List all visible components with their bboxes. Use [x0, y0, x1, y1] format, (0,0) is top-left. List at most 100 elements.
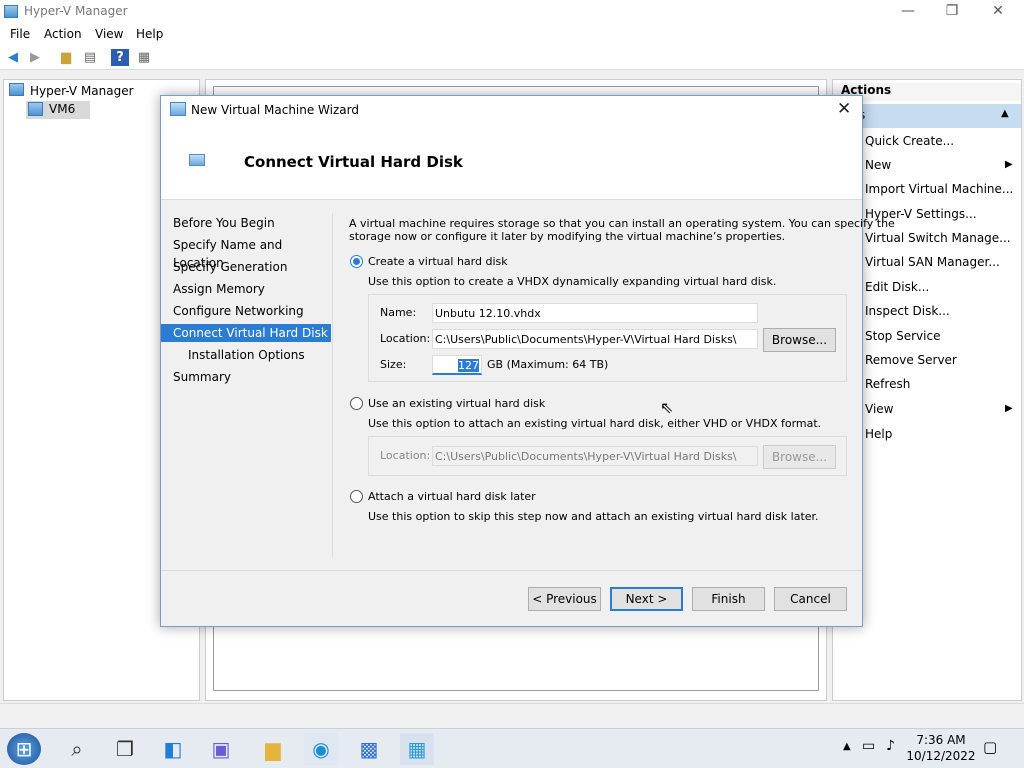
action-edit-disk[interactable]: Edit Disk... — [865, 280, 929, 294]
nav-connect-virtual-hard-disk[interactable]: Connect Virtual Hard Disk — [161, 324, 331, 342]
radio-existing-vhd-label[interactable]: Use an existing virtual hard disk — [368, 397, 545, 410]
taskbar: ⊞ ⌕ ❐ ◧ ▣ ▆ ◉ ▩ ▦ ▲ ▭ ♪ 7:36 AM 10/12/20… — [0, 728, 1024, 768]
location-label: Location: — [380, 332, 431, 345]
mouse-pointer-icon: ⇖ — [660, 398, 674, 417]
toolbar: ◀ ▶ ▆ ▤ ? ▦ — [0, 46, 1024, 70]
window-title: Hyper-V Manager — [24, 4, 128, 18]
action-import-vm[interactable]: Import Virtual Machine... — [865, 182, 1013, 196]
menu-help[interactable]: Help — [136, 27, 163, 41]
size-value: 127 — [458, 359, 479, 372]
file-explorer-icon[interactable]: ▆ — [256, 733, 290, 765]
tree-item-hyper-v-manager[interactable]: Hyper-V Manager — [30, 84, 134, 98]
nav-summary[interactable]: Summary — [161, 368, 331, 386]
intro-text-line2: storage now or configure it later by mod… — [349, 230, 786, 243]
menu-file[interactable]: File — [10, 27, 30, 41]
cancel-button[interactable]: Cancel — [774, 587, 847, 611]
action-help[interactable]: Help — [865, 427, 892, 441]
dialog-title-bar: New Virtual Machine Wizard ✕ — [161, 96, 862, 124]
name-label: Name: — [380, 306, 417, 319]
virtual-hard-disk-icon — [189, 154, 205, 166]
clock[interactable]: 7:36 AM 10/12/2022 — [904, 732, 978, 764]
wizard-icon — [170, 102, 186, 116]
radio-existing-vhd[interactable] — [350, 397, 363, 410]
maximize-button[interactable]: ❐ — [940, 3, 964, 19]
properties-icon[interactable]: ▦ — [135, 49, 153, 66]
chat-icon[interactable]: ▣ — [204, 733, 238, 765]
action-stop-service[interactable]: Stop Service — [865, 329, 940, 343]
new-vm-wizard-dialog: New Virtual Machine Wizard ✕ Connect Vir… — [160, 95, 895, 627]
finish-button[interactable]: Finish — [692, 587, 765, 611]
collapse-arrow-icon[interactable]: ▲ — [1001, 108, 1009, 119]
menu-action[interactable]: Action — [44, 27, 82, 41]
tree-item-vm6[interactable]: VM6 — [49, 102, 75, 116]
menu-view[interactable]: View — [95, 27, 123, 41]
action-virtual-switch-manager[interactable]: Virtual Switch Manage... — [865, 231, 1011, 245]
action-new[interactable]: New — [865, 158, 891, 172]
existing-location-label: Location: — [380, 449, 431, 462]
notifications-icon[interactable]: ▢ — [983, 738, 997, 756]
action-view[interactable]: View — [865, 402, 893, 416]
submenu-arrow-icon: ▶ — [1005, 159, 1013, 170]
show-hide-tree-icon[interactable]: ▤ — [81, 49, 99, 66]
nav-specify-generation[interactable]: Specify Generation — [161, 258, 331, 276]
intro-text-line1: A virtual machine requires storage so th… — [349, 217, 895, 230]
action-quick-create[interactable]: Quick Create... — [865, 134, 954, 148]
close-window-button[interactable]: ✕ — [986, 3, 1010, 19]
size-input[interactable]: 127 — [432, 355, 482, 375]
radio-attach-later[interactable] — [350, 490, 363, 503]
forward-icon[interactable]: ▶ — [26, 49, 44, 66]
server-icon — [28, 102, 43, 116]
create-vhd-description: Use this option to create a VHDX dynamic… — [368, 275, 777, 288]
dialog-close-button[interactable]: ✕ — [837, 99, 851, 119]
size-label: Size: — [380, 358, 407, 371]
menu-bar: File Action View Help — [0, 24, 1024, 46]
next-button[interactable]: Next > — [610, 587, 683, 611]
radio-create-vhd-label[interactable]: Create a virtual hard disk — [368, 255, 508, 268]
nav-configure-networking[interactable]: Configure Networking — [161, 302, 331, 320]
edge-browser-icon[interactable]: ◉ — [304, 733, 338, 765]
tray-overflow-icon[interactable]: ▲ — [843, 741, 851, 752]
nav-assign-memory[interactable]: Assign Memory — [161, 280, 331, 298]
vhd-location-input[interactable]: C:\Users\Public\Documents\Hyper-V\Virtua… — [432, 329, 758, 349]
page-title: Connect Virtual Hard Disk — [244, 153, 463, 171]
submenu-arrow-icon: ▶ — [1005, 403, 1013, 414]
task-view-icon[interactable]: ❐ — [108, 733, 142, 765]
network-icon[interactable]: ▭ — [862, 738, 875, 754]
radio-create-vhd[interactable] — [350, 255, 363, 268]
search-icon[interactable]: ⌕ — [60, 733, 94, 765]
action-inspect-disk[interactable]: Inspect Disk... — [865, 304, 950, 318]
vhd-name-input[interactable]: Unbutu 12.10.vhdx — [432, 303, 758, 323]
start-button-icon[interactable]: ⊞ — [7, 733, 41, 765]
attach-later-description: Use this option to skip this step now an… — [368, 510, 819, 523]
action-remove-server[interactable]: Remove Server — [865, 353, 957, 367]
status-bar — [0, 703, 1024, 727]
existing-vhd-description: Use this option to attach an existing vi… — [368, 417, 822, 430]
minimize-button[interactable]: — — [896, 3, 920, 19]
help-icon[interactable]: ? — [111, 49, 129, 66]
widgets-icon[interactable]: ◧ — [156, 733, 190, 765]
existing-location-input[interactable]: C:\Users\Public\Documents\Hyper-V\Virtua… — [432, 446, 758, 466]
radio-attach-later-label[interactable]: Attach a virtual hard disk later — [368, 490, 536, 503]
size-unit-label: GB (Maximum: 64 TB) — [487, 358, 609, 371]
up-folder-icon[interactable]: ▆ — [57, 49, 75, 66]
wizard-header: Connect Virtual Hard Disk — [161, 124, 862, 200]
back-icon[interactable]: ◀ — [4, 49, 22, 66]
previous-button[interactable]: < Previous — [528, 587, 601, 611]
browse-button[interactable]: Browse... — [763, 328, 836, 352]
action-refresh[interactable]: Refresh — [865, 377, 910, 391]
volume-icon[interactable]: ♪ — [886, 738, 895, 754]
nav-before-you-begin[interactable]: Before You Begin — [161, 214, 331, 232]
nav-divider — [332, 213, 333, 558]
title-bar: Hyper-V Manager — ❐ ✕ — [0, 0, 1024, 24]
hyper-v-manager-icon — [9, 83, 24, 96]
date-text: 10/12/2022 — [906, 749, 976, 763]
footer-divider — [161, 570, 862, 571]
dialog-title: New Virtual Machine Wizard — [191, 103, 359, 117]
time-text: 7:36 AM — [916, 733, 966, 747]
hyper-v-taskbar-icon[interactable]: ▦ — [400, 733, 434, 765]
existing-browse-button[interactable]: Browse... — [763, 445, 836, 469]
store-icon[interactable]: ▩ — [352, 733, 386, 765]
action-virtual-san-manager[interactable]: Virtual SAN Manager... — [865, 255, 1000, 269]
nav-installation-options[interactable]: Installation Options — [161, 346, 331, 364]
nav-specify-name-location[interactable]: Specify Name and Location — [161, 236, 331, 270]
